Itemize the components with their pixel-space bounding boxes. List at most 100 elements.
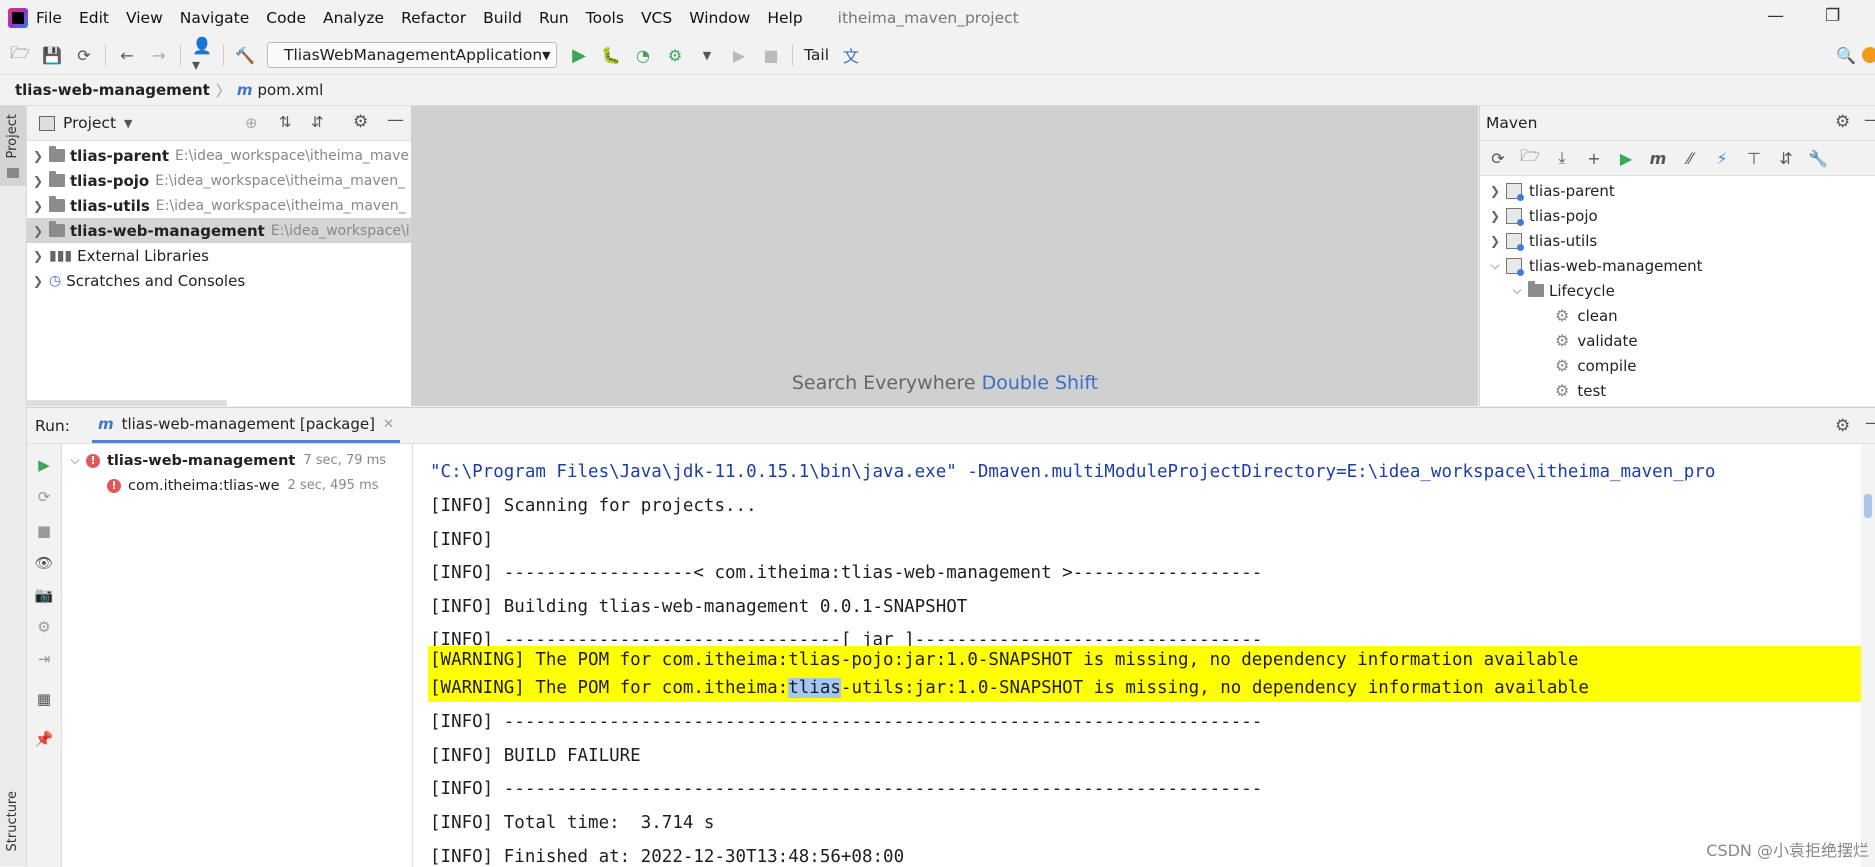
run-play-icon[interactable]: ▶	[569, 45, 589, 66]
toggle-offline-icon[interactable]: ⁄⁄	[1680, 148, 1700, 168]
pin-icon[interactable]: 📌	[35, 730, 54, 748]
maven-row-lifecycle[interactable]: ⌵ Lifecycle	[1480, 278, 1875, 303]
project-panel-title[interactable]: Project	[63, 114, 116, 132]
maven-row-tlias-web-management[interactable]: ⌵ tlias-web-management	[1480, 253, 1875, 278]
download-icon[interactable]: ⤓	[1552, 148, 1572, 168]
chevron-right-icon[interactable]: ❯	[1484, 234, 1506, 248]
breadcrumb-file[interactable]: pom.xml	[258, 81, 324, 99]
build-hammer-icon[interactable]: 🔨	[235, 45, 255, 65]
breadcrumb-module[interactable]: tlias-web-management	[15, 81, 210, 99]
exit-icon[interactable]: ⇥	[35, 650, 53, 668]
generate-sources-icon[interactable]: 🗁	[1520, 146, 1540, 168]
chevron-right-icon[interactable]: ❯	[27, 274, 49, 288]
reload-icon[interactable]: ⟳	[1488, 148, 1508, 168]
maven-phase-compile[interactable]: ⚙ compile	[1480, 353, 1875, 378]
restore-icon[interactable]: ❐	[1825, 6, 1840, 26]
execute-goal-icon[interactable]: m	[1648, 148, 1668, 168]
expand-all-icon[interactable]: ⇅	[279, 113, 292, 131]
back-arrow-icon[interactable]: ←	[117, 45, 137, 65]
eye-icon[interactable]: 👁	[34, 554, 53, 572]
menu-window[interactable]: Window	[689, 9, 750, 27]
menu-view[interactable]: View	[126, 9, 163, 27]
open-folder-icon[interactable]: 🗁	[10, 43, 30, 65]
menu-help[interactable]: Help	[767, 9, 802, 27]
layout-icon[interactable]: ▦	[35, 690, 53, 708]
hide-panel-icon[interactable]: —	[387, 110, 404, 130]
tree-row-tlias-web-management[interactable]: ❯ tlias-web-management E:\idea_workspace…	[27, 218, 411, 243]
coverage-icon[interactable]: ◔	[633, 45, 653, 65]
console-output[interactable]: "C:\Program Files\Java\jdk-11.0.15.1\bin…	[413, 444, 1875, 867]
profile-icon[interactable]: ⚙	[665, 45, 685, 65]
settings-icon[interactable]: ⚙	[35, 618, 53, 636]
chevron-down-icon[interactable]: ⌵	[64, 453, 86, 468]
add-icon[interactable]: +	[1584, 148, 1604, 168]
menu-refactor[interactable]: Refactor	[401, 9, 466, 27]
forward-arrow-icon[interactable]: →	[149, 45, 169, 65]
collapse-all-icon[interactable]: ⇵	[311, 113, 324, 131]
gear-icon[interactable]: ⚙	[1835, 112, 1850, 132]
hide-panel-icon[interactable]: —	[1864, 110, 1875, 130]
update-badge-icon[interactable]	[1862, 47, 1875, 63]
stop-icon[interactable]: ■	[35, 522, 53, 540]
menu-vcs[interactable]: VCS	[641, 9, 672, 27]
scrollbar-thumb[interactable]	[1864, 494, 1872, 518]
chevron-down-icon[interactable]: ▼	[697, 45, 717, 65]
maven-row-tlias-parent[interactable]: ❯ tlias-parent	[1480, 178, 1875, 203]
rerun-icon[interactable]: ▶	[35, 456, 53, 474]
menu-analyze[interactable]: Analyze	[323, 9, 384, 27]
menu-navigate[interactable]: Navigate	[180, 9, 250, 27]
chevron-down-icon[interactable]: ▼	[124, 117, 132, 130]
chevron-right-icon[interactable]: ❯	[27, 199, 49, 213]
gear-icon[interactable]: ⚙	[353, 112, 368, 132]
show-dependencies-icon[interactable]: ⊤	[1744, 148, 1764, 168]
maven-row-tlias-pojo[interactable]: ❯ tlias-pojo	[1480, 203, 1875, 228]
chevron-right-icon[interactable]: ❯	[1484, 184, 1506, 198]
chevron-down-icon[interactable]: ⌵	[1506, 283, 1528, 298]
sync-icon[interactable]: ⟳	[74, 45, 94, 65]
structure-tool-tab[interactable]: Structure	[5, 791, 20, 851]
tree-row-external-libraries[interactable]: ❯ ▮▮▮ External Libraries	[27, 243, 411, 268]
rerun-failed-icon[interactable]: ⟳	[35, 488, 53, 506]
tree-row-tlias-parent[interactable]: ❯ tlias-parent E:\idea_workspace\itheima…	[27, 143, 411, 168]
chevron-right-icon[interactable]: ❯	[1484, 209, 1506, 223]
tree-row-tlias-pojo[interactable]: ❯ tlias-pojo E:\idea_workspace\itheima_m…	[27, 168, 411, 193]
run-play-icon[interactable]: ▶	[1616, 148, 1636, 168]
minimize-icon[interactable]: —	[1767, 6, 1784, 26]
run-tree-root[interactable]: ⌵ ! tlias-web-management 7 sec, 79 ms	[62, 448, 412, 473]
maven-phase-validate[interactable]: ⚙ validate	[1480, 328, 1875, 353]
chevron-down-icon[interactable]: ⌵	[1484, 258, 1506, 273]
skip-tests-icon[interactable]: ⚡	[1712, 148, 1732, 168]
camera-icon[interactable]: 📷	[35, 586, 54, 604]
close-icon[interactable]: ✕	[383, 417, 394, 432]
tree-row-tlias-utils[interactable]: ❯ tlias-utils E:\idea_workspace\itheima_…	[27, 193, 411, 218]
chevron-right-icon[interactable]: ❯	[27, 249, 49, 263]
menu-run[interactable]: Run	[539, 9, 569, 27]
search-icon[interactable]: 🔍	[1836, 45, 1856, 65]
menu-code[interactable]: Code	[266, 9, 306, 27]
menu-tools[interactable]: Tools	[586, 9, 624, 27]
stop-icon[interactable]: ■	[761, 45, 781, 65]
chevron-right-icon[interactable]: ❯	[27, 174, 49, 188]
horizontal-scrollbar[interactable]	[27, 400, 227, 406]
run-tab-package[interactable]: m tlias-web-management [package] ✕	[91, 408, 400, 443]
save-icon[interactable]: 💾	[42, 45, 62, 65]
gear-icon[interactable]: ⚙	[1835, 416, 1850, 436]
hide-panel-icon[interactable]: —	[1865, 413, 1875, 433]
locate-icon[interactable]: ⊕	[245, 114, 258, 132]
menu-build[interactable]: Build	[483, 9, 522, 27]
menu-edit[interactable]: Edit	[79, 9, 109, 27]
collapse-all-icon[interactable]: ⇵	[1776, 148, 1796, 168]
tree-row-scratches[interactable]: ❯ ◷ Scratches and Consoles	[27, 268, 411, 293]
chevron-right-icon[interactable]: ❯	[27, 149, 49, 163]
chevron-right-icon[interactable]: ❯	[27, 224, 49, 238]
debug-bug-icon[interactable]: 🐛	[601, 45, 621, 65]
maven-phase-clean[interactable]: ⚙ clean	[1480, 303, 1875, 328]
vertical-scrollbar[interactable]	[1861, 444, 1875, 867]
run-configuration-select[interactable]: TliasWebManagementApplication ▼	[267, 42, 557, 68]
maven-row-tlias-utils[interactable]: ❯ tlias-utils	[1480, 228, 1875, 253]
menu-file[interactable]: File	[36, 9, 62, 27]
resume-icon[interactable]: ▶	[729, 45, 749, 65]
project-tool-tab[interactable]: Project	[0, 106, 26, 186]
user-dropdown-icon[interactable]: 👤▾	[192, 36, 212, 74]
run-tree-child[interactable]: ! com.itheima:tlias-we 2 sec, 495 ms	[62, 473, 412, 498]
